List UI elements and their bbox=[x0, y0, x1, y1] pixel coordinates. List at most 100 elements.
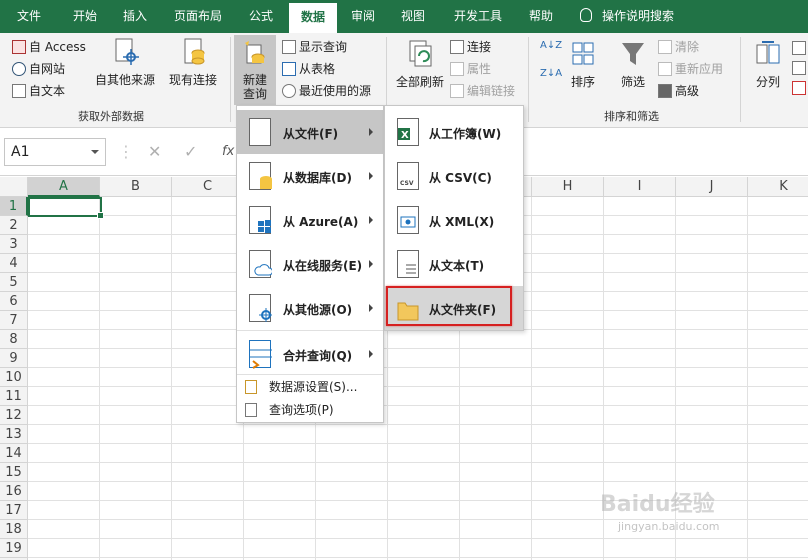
row-header-9[interactable]: 9 bbox=[0, 349, 28, 368]
filter-button[interactable]: 筛选 bbox=[614, 39, 652, 89]
row-header-8[interactable]: 8 bbox=[0, 330, 28, 349]
sort-icon bbox=[572, 42, 594, 65]
existing-connections-icon bbox=[184, 38, 205, 65]
row-header-12[interactable]: 12 bbox=[0, 406, 28, 425]
tab-6[interactable]: 审阅 bbox=[340, 0, 386, 33]
enter-icon[interactable]: ✓ bbox=[184, 138, 197, 166]
row-header-7[interactable]: 7 bbox=[0, 311, 28, 330]
refresh-icon bbox=[409, 40, 432, 67]
reapply-button[interactable]: 重新应用 bbox=[658, 59, 723, 79]
clear-filter-icon bbox=[658, 40, 672, 54]
row-header-3[interactable]: 3 bbox=[0, 235, 28, 254]
menu-from-online-services[interactable]: 从在线服务(E) bbox=[237, 242, 383, 286]
sort-button[interactable]: 排序 bbox=[564, 39, 602, 89]
get-external-data-group-label: 获取外部数据 bbox=[78, 110, 144, 123]
row-header-4[interactable]: 4 bbox=[0, 254, 28, 273]
existing-connections-button[interactable]: 现有连接 bbox=[166, 37, 220, 87]
tab-2[interactable]: 插入 bbox=[112, 0, 158, 33]
properties-button[interactable]: 属性 bbox=[450, 59, 491, 79]
remove-duplicates-icon bbox=[792, 61, 806, 75]
column-header-k[interactable]: K bbox=[748, 177, 808, 197]
row-header-10[interactable]: 10 bbox=[0, 368, 28, 387]
file-icon bbox=[249, 118, 271, 146]
menu-combine-queries[interactable]: 合并查询(Q) bbox=[237, 332, 383, 376]
column-header-b[interactable]: B bbox=[100, 177, 172, 197]
row-header-14[interactable]: 14 bbox=[0, 444, 28, 463]
from-access-button[interactable]: 自 Access bbox=[12, 37, 86, 57]
access-icon bbox=[12, 40, 26, 54]
new-query-button[interactable]: 新建 查询 bbox=[234, 35, 276, 105]
cancel-icon[interactable]: ✕ bbox=[148, 138, 161, 166]
column-header-j[interactable]: J bbox=[676, 177, 748, 197]
other-sources-icon bbox=[249, 294, 272, 322]
new-query-icon bbox=[245, 41, 265, 64]
connections-button[interactable]: 连接 bbox=[450, 37, 491, 57]
submenu-from-text[interactable]: 从文本(T) bbox=[385, 242, 523, 286]
column-header-c[interactable]: C bbox=[172, 177, 244, 197]
tell-me-search[interactable]: 操作说明搜索 bbox=[580, 0, 674, 33]
tab-8[interactable]: 开发工具 bbox=[446, 0, 510, 33]
data-tools-overflow[interactable] bbox=[792, 41, 808, 101]
submenu-from-xml[interactable]: 从 XML(X) bbox=[385, 198, 523, 242]
database-icon bbox=[249, 162, 272, 190]
submenu-from-csv[interactable]: CSV 从 CSV(C) bbox=[385, 154, 523, 198]
text-to-columns-button[interactable]: 分列 bbox=[748, 39, 788, 89]
advanced-filter-button[interactable]: 高级 bbox=[658, 81, 699, 101]
column-header-i[interactable]: I bbox=[604, 177, 676, 197]
csv-file-icon: CSV bbox=[397, 162, 419, 190]
from-other-sources-button[interactable]: 自其他来源 bbox=[92, 37, 158, 87]
name-box[interactable]: A1 bbox=[4, 138, 106, 166]
group-separator bbox=[528, 37, 529, 122]
active-cell-a1[interactable] bbox=[28, 197, 104, 219]
menu-from-other-sources[interactable]: 从其他源(O) bbox=[237, 286, 383, 330]
edit-links-button[interactable]: 编辑链接 bbox=[450, 81, 515, 101]
row-header-15[interactable]: 15 bbox=[0, 463, 28, 482]
from-web-button[interactable]: 自网站 bbox=[12, 59, 65, 79]
row-header-5[interactable]: 5 bbox=[0, 273, 28, 292]
row-header-17[interactable]: 17 bbox=[0, 501, 28, 520]
tab-7[interactable]: 视图 bbox=[390, 0, 436, 33]
row-header-11[interactable]: 11 bbox=[0, 387, 28, 406]
column-header-a[interactable]: A bbox=[28, 177, 100, 197]
tab-3[interactable]: 页面布局 bbox=[166, 0, 230, 33]
row-header-19[interactable]: 19 bbox=[0, 539, 28, 558]
chevron-right-icon bbox=[369, 350, 373, 358]
from-text-button[interactable]: 自文本 bbox=[12, 81, 65, 101]
properties-icon bbox=[450, 62, 464, 76]
show-queries-button[interactable]: 显示查询 bbox=[282, 37, 347, 57]
data-validation-icon bbox=[792, 81, 806, 95]
row-header-6[interactable]: 6 bbox=[0, 292, 28, 311]
clear-filter-button[interactable]: 清除 bbox=[658, 37, 699, 57]
clock-icon bbox=[282, 84, 296, 98]
chevron-right-icon bbox=[369, 128, 373, 136]
column-header-h[interactable]: H bbox=[532, 177, 604, 197]
row-header-18[interactable]: 18 bbox=[0, 520, 28, 539]
refresh-all-button[interactable]: 全部刷新 bbox=[394, 39, 446, 89]
tab-5[interactable]: 数据 bbox=[289, 3, 337, 33]
from-table-button[interactable]: 从表格 bbox=[282, 59, 335, 79]
menu-from-file[interactable]: 从文件(F) bbox=[237, 110, 383, 154]
table-icon bbox=[282, 62, 296, 76]
menu-query-options[interactable]: 查询选项(P) bbox=[237, 399, 383, 421]
insert-function-icon[interactable]: fx bbox=[222, 138, 234, 166]
row-header-1[interactable]: 1 bbox=[0, 197, 28, 216]
row-header-13[interactable]: 13 bbox=[0, 425, 28, 444]
recent-sources-button[interactable]: 最近使用的源 bbox=[282, 81, 371, 101]
sort-az-button[interactable]: A↓Z Z↓A bbox=[540, 39, 562, 99]
connections-icon bbox=[450, 40, 464, 54]
baidu-watermark: Baidu经验 jingyan.baidu.com bbox=[600, 492, 720, 533]
new-query-menu: 从文件(F) 从数据库(D) 从 Azure(A) 从在线服务(E) 从其他源(… bbox=[236, 105, 384, 423]
tab-1[interactable]: 开始 bbox=[62, 0, 108, 33]
menu-from-database[interactable]: 从数据库(D) bbox=[237, 154, 383, 198]
submenu-from-workbook[interactable]: X 从工作簿(W) bbox=[385, 110, 523, 154]
row-header-16[interactable]: 16 bbox=[0, 482, 28, 501]
menu-data-source-settings[interactable]: 数据源设置(S)... bbox=[237, 376, 383, 398]
tab-0[interactable]: 文件 bbox=[6, 0, 52, 33]
menu-from-azure[interactable]: 从 Azure(A) bbox=[237, 198, 383, 242]
menu-separator bbox=[237, 330, 383, 331]
tab-9[interactable]: 帮助 bbox=[518, 0, 564, 33]
chevron-right-icon bbox=[369, 304, 373, 312]
tab-4[interactable]: 公式 bbox=[238, 0, 284, 33]
row-header-2[interactable]: 2 bbox=[0, 216, 28, 235]
select-all-corner[interactable] bbox=[0, 177, 28, 197]
